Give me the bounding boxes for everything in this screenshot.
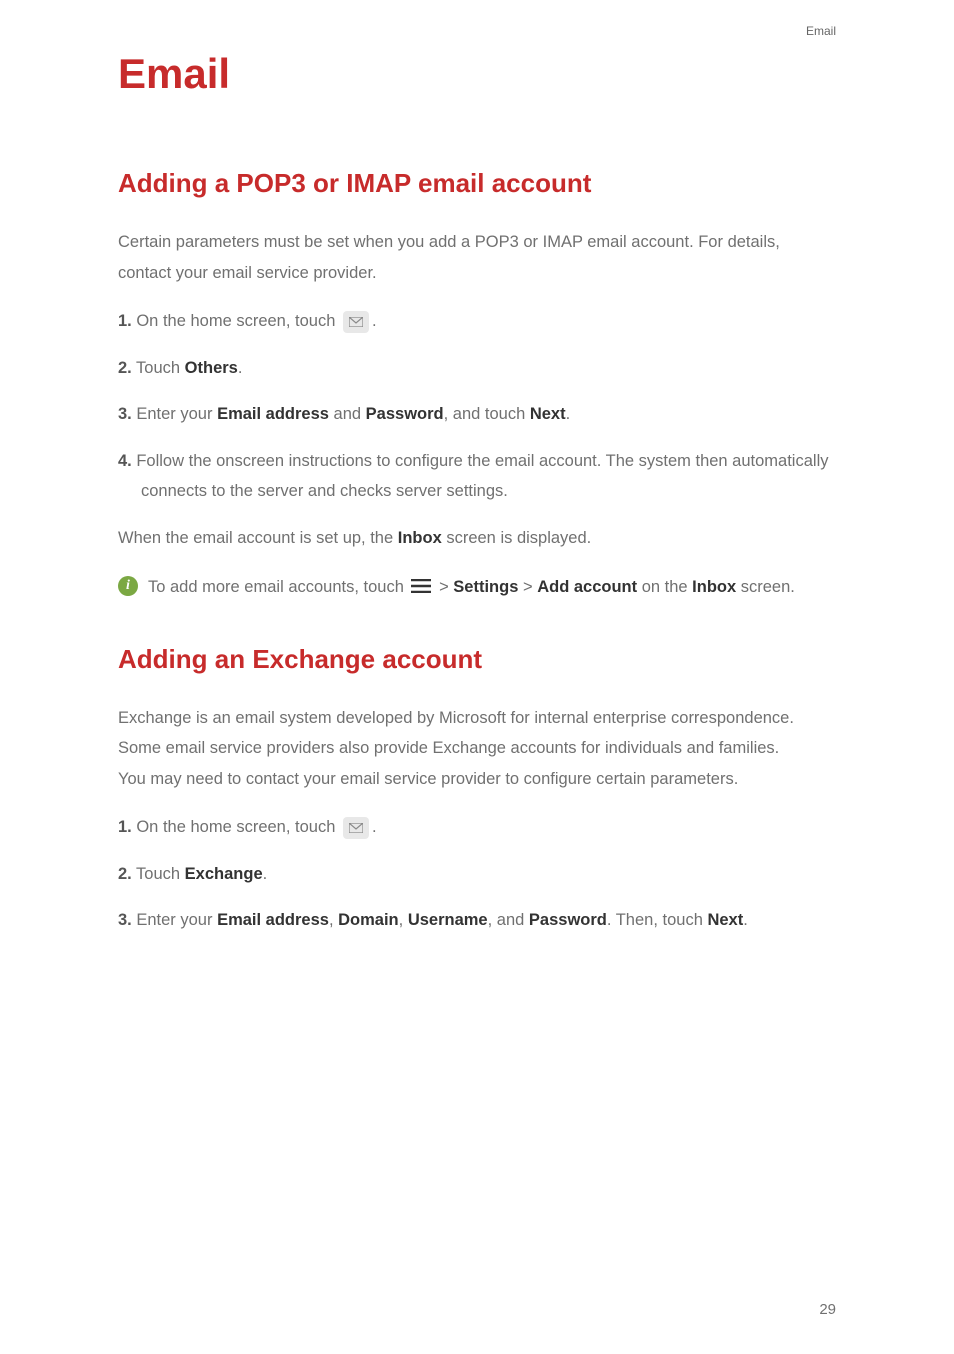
header-section-label: Email [806, 24, 836, 38]
menu-icon [411, 572, 431, 604]
note-sep: > [518, 578, 537, 596]
step-2: 2. Touch Others. [118, 353, 836, 384]
note-text-container: To add more email accounts, touch > Sett… [148, 571, 795, 604]
step-text: Follow the onscreen instructions to conf… [132, 452, 829, 501]
step-number: 2. [118, 359, 132, 377]
ui-label-domain: Domain [338, 911, 399, 929]
ui-label-next: Next [707, 911, 743, 929]
step-text: , and touch [444, 405, 530, 423]
step-text: Touch [132, 865, 185, 883]
step-text: Touch [132, 359, 185, 377]
intro-paragraph: Certain parameters must be set when you … [118, 227, 836, 288]
section-heading-pop3: Adding a POP3 or IMAP email account [118, 168, 836, 199]
step-number: 1. [118, 312, 132, 330]
step-text: On the home screen, touch [132, 818, 340, 836]
step-suffix: . [566, 405, 571, 423]
ui-label-password: Password [366, 405, 444, 423]
step-number: 3. [118, 405, 132, 423]
step-text: Enter your [132, 405, 217, 423]
intro-paragraph-exchange-2: You may need to contact your email servi… [118, 764, 836, 795]
ui-label-settings: Settings [453, 578, 518, 596]
step-2-exchange: 2. Touch Exchange. [118, 859, 836, 890]
step-text: , [399, 911, 408, 929]
step-number: 2. [118, 865, 132, 883]
step-4: 4. Follow the onscreen instructions to c… [118, 446, 836, 507]
step-number: 4. [118, 452, 132, 470]
ui-label-password: Password [529, 911, 607, 929]
ui-label-inbox: Inbox [692, 578, 736, 596]
ui-label-username: Username [408, 911, 488, 929]
step-suffix: . [263, 865, 268, 883]
outro-paragraph: When the email account is set up, the In… [118, 523, 836, 554]
step-3-exchange: 3. Enter your Email address, Domain, Use… [118, 905, 836, 936]
step-text: On the home screen, touch [132, 312, 340, 330]
ui-label-exchange: Exchange [185, 865, 263, 883]
step-number: 1. [118, 818, 132, 836]
step-suffix: . [372, 818, 377, 836]
note-text: To add more email accounts, touch [148, 578, 408, 596]
step-1-exchange: 1. On the home screen, touch . [118, 812, 836, 843]
step-1: 1. On the home screen, touch . [118, 306, 836, 337]
info-note: i To add more email accounts, touch > Se… [118, 571, 836, 604]
step-3: 3. Enter your Email address and Password… [118, 399, 836, 430]
step-text: , and [488, 911, 529, 929]
page-number: 29 [819, 1301, 836, 1318]
note-sep: > [434, 578, 453, 596]
step-text: . Then, touch [607, 911, 708, 929]
note-text: on the [637, 578, 692, 596]
email-app-icon [343, 817, 369, 839]
intro-paragraph-exchange-1: Exchange is an email system developed by… [118, 703, 836, 764]
ui-label-email-address: Email address [217, 405, 329, 423]
step-text: and [329, 405, 366, 423]
section-heading-exchange: Adding an Exchange account [118, 644, 836, 675]
outro-text: When the email account is set up, the [118, 529, 398, 547]
email-app-icon [343, 311, 369, 333]
ui-label-next: Next [530, 405, 566, 423]
ui-label-add-account: Add account [537, 578, 637, 596]
ui-label-email-address: Email address [217, 911, 329, 929]
info-icon: i [118, 576, 138, 596]
note-text: screen. [736, 578, 795, 596]
step-text: Enter your [132, 911, 217, 929]
ui-label-inbox: Inbox [398, 529, 442, 547]
step-suffix: . [372, 312, 377, 330]
ui-label-others: Others [185, 359, 238, 377]
step-number: 3. [118, 911, 132, 929]
step-suffix: . [238, 359, 243, 377]
outro-text: screen is displayed. [442, 529, 592, 547]
step-suffix: . [743, 911, 748, 929]
page-title: Email [118, 50, 836, 98]
step-text: , [329, 911, 338, 929]
